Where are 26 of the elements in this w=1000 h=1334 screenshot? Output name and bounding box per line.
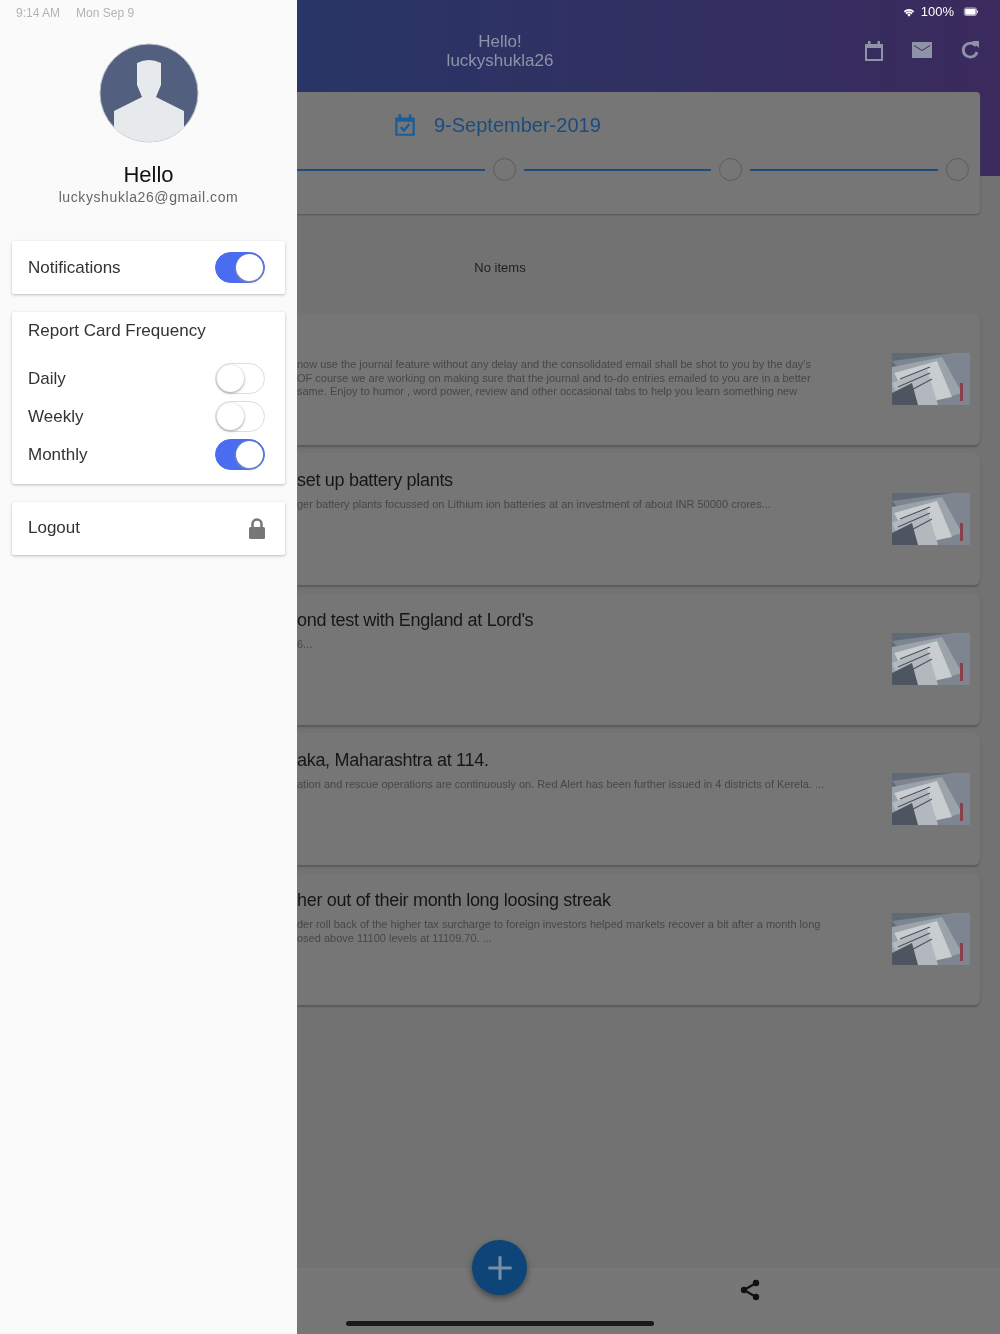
section-title: Report Card Frequency <box>28 320 207 342</box>
notifications-label: Notifications <box>28 256 121 279</box>
frequency-label: Weekly <box>28 405 84 428</box>
header-title: Hello! <box>478 32 522 51</box>
news-title: ond test with England at Lord's <box>297 609 535 632</box>
calendar-icon[interactable] <box>862 38 886 64</box>
calendar-check-icon <box>392 111 418 139</box>
news-card[interactable] <box>297 313 980 445</box>
news-title: aka, Maharashtra at 114. <box>297 749 490 772</box>
user-greeting: Hello <box>122 163 175 187</box>
toggle-switch[interactable] <box>215 252 265 283</box>
toggle-switch[interactable] <box>215 439 265 470</box>
header-username: luckyshukla26 <box>446 51 554 70</box>
news-title: set up battery plants <box>297 469 454 492</box>
status-time: 9:14 AM <box>16 5 61 22</box>
frequency-label: Monthly <box>28 443 88 466</box>
battery-percentage: 100% <box>920 3 954 22</box>
share-icon[interactable] <box>738 1278 762 1302</box>
empty-message: No items <box>474 259 526 274</box>
plus-icon <box>485 1253 514 1282</box>
news-title: her out of their month long loosing streak <box>297 889 612 912</box>
frequency-label: Daily <box>28 367 66 390</box>
logout-item[interactable]: Logout <box>12 501 285 555</box>
status-date: Mon Sep 9 <box>76 5 135 22</box>
user-email: luckyshukla26@gmail.com <box>57 188 240 207</box>
logout-label: Logout <box>28 517 80 540</box>
